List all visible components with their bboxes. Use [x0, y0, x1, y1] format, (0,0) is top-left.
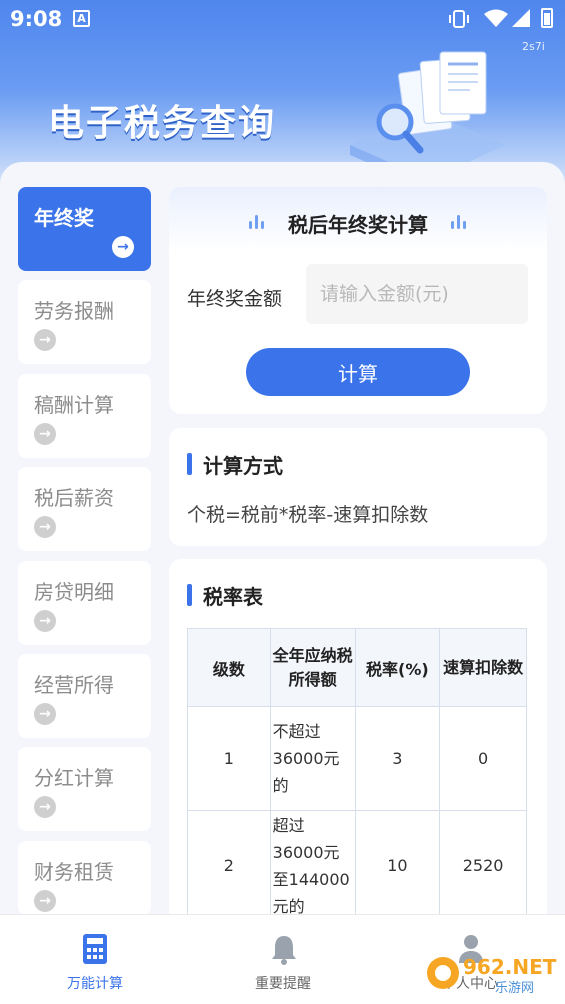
sidebar-item-finance-lease[interactable]: 财务租赁 → [18, 841, 151, 915]
table-row: 1 不超过36000元的 3 0 [187, 706, 527, 811]
sidebar-item-year-end-bonus[interactable]: 年终奖 → [18, 187, 151, 271]
table-header-row: 级数 全年应纳税所得额 税率(%) 速算扣除数 [187, 628, 527, 707]
cell-level: 1 [187, 706, 271, 811]
cell-range: 不超过36000元的 [269, 706, 356, 811]
nav-important-reminders[interactable]: 重要提醒 [223, 915, 343, 1004]
arrow-right-icon: → [34, 516, 56, 538]
notification-a-icon: A [73, 10, 90, 27]
sidebar-item-label: 劳务报酬 [34, 299, 114, 323]
tax-rate-table: 级数 全年应纳税所得额 税率(%) 速算扣除数 1 不超过36000元的 3 0… [187, 628, 527, 919]
wifi-icon [484, 9, 508, 27]
sidebar-item-label: 稿酬计算 [34, 393, 114, 417]
bonus-amount-label: 年终奖金额 [187, 288, 283, 310]
method-formula: 个税=税前*税率-速算扣除数 [187, 504, 429, 526]
sidebar-item-label: 年终奖 [34, 206, 94, 230]
calculate-button[interactable]: 计算 [246, 348, 470, 396]
method-title: 计算方式 [187, 450, 283, 479]
status-bar: 9:08 A 2s7i [0, 0, 565, 53]
vibrate-icon [449, 10, 469, 28]
title-decoration-icon [449, 213, 469, 231]
sidebar-item-manuscript-fee[interactable]: 稿酬计算 → [18, 374, 151, 458]
arrow-right-icon: → [34, 329, 56, 351]
status-time: 9:08 [10, 7, 63, 31]
sidebar-item-dividend[interactable]: 分红计算 → [18, 747, 151, 831]
nav-label: 万能计算 [67, 976, 123, 992]
calculator-title: 税后年终奖计算 [288, 213, 428, 237]
arrow-right-icon: → [34, 423, 56, 445]
header-taxable-income: 全年应纳税所得额 [269, 628, 356, 707]
arrow-right-icon: → [34, 610, 56, 632]
tax-rate-card: 税率表 级数 全年应纳税所得额 税率(%) 速算扣除数 1 不超过36000元的… [169, 559, 547, 919]
battery-icon [541, 8, 553, 28]
cell-rate: 10 [354, 810, 441, 919]
bell-icon [272, 936, 296, 965]
site-watermark-logo: 962.NET 乐游网 [427, 955, 557, 996]
calculation-method-card: 计算方式 个税=税前*税率-速算扣除数 [169, 428, 547, 546]
cell-deduction: 0 [439, 706, 527, 811]
sidebar-item-business-income[interactable]: 经营所得 → [18, 654, 151, 738]
nav-universal-calc[interactable]: 万能计算 [35, 915, 155, 1004]
bonus-amount-input[interactable] [306, 264, 528, 324]
sidebar-item-mortgage-details[interactable]: 房贷明细 → [18, 561, 151, 645]
sidebar-item-label: 税后薪资 [34, 486, 114, 510]
arrow-right-icon: → [34, 796, 56, 818]
cell-deduction: 2520 [439, 810, 527, 919]
status-badge: 2s7i [522, 40, 545, 53]
documents-magnifier-illustration [350, 51, 505, 180]
watermark-subtext: 乐游网 [495, 981, 534, 996]
table-row: 2 超过36000元至144000元的 10 2520 [187, 810, 527, 919]
watermark-text: 962.NET [463, 955, 557, 979]
arrow-right-icon: → [34, 703, 56, 725]
sidebar-item-label: 财务租赁 [34, 860, 114, 884]
cell-range: 超过36000元至144000元的 [269, 810, 356, 919]
header-rate: 税率(%) [354, 628, 441, 707]
arrow-right-icon: → [34, 890, 56, 912]
cell-level: 2 [187, 810, 271, 919]
header-deduction: 速算扣除数 [439, 628, 527, 707]
sidebar-item-label: 经营所得 [34, 673, 114, 697]
header-level: 级数 [187, 628, 271, 707]
arrow-right-icon: → [112, 236, 134, 258]
nav-label: 重要提醒 [255, 976, 311, 992]
signal-icon [512, 9, 530, 27]
bonus-calculator-card: 税后年终奖计算 年终奖金额 计算 [169, 187, 547, 414]
page-title: 电子税务查询 [48, 103, 277, 144]
sidebar-item-after-tax-salary[interactable]: 税后薪资 → [18, 467, 151, 551]
sidebar-item-label: 房贷明细 [34, 580, 114, 604]
calculator-icon [83, 934, 107, 964]
sidebar-item-labor-remuneration[interactable]: 劳务报酬 → [18, 280, 151, 364]
sidebar-item-label: 分红计算 [34, 766, 114, 790]
rate-table-title: 税率表 [187, 581, 263, 610]
cell-rate: 3 [354, 706, 441, 811]
